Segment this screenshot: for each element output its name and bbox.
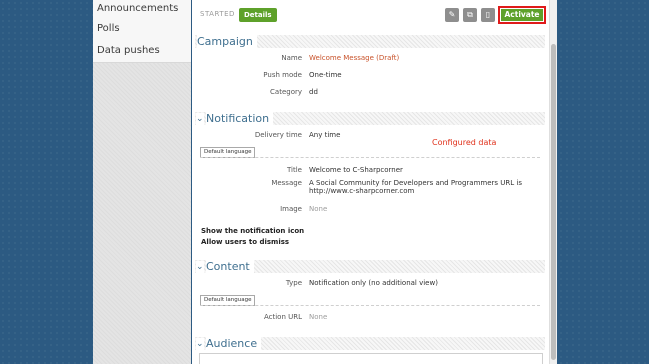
sidebar: Announcements Polls Data pushes <box>93 0 191 364</box>
category-value: dd <box>309 88 318 96</box>
divider <box>200 305 540 306</box>
section-title-content: Content <box>206 259 254 274</box>
sidebar-item-announcements[interactable]: Announcements <box>93 0 191 18</box>
content-section-header: ⌄ Content <box>195 259 545 274</box>
image-label: Image <box>280 205 302 213</box>
divider <box>200 157 540 158</box>
section-title-campaign: Campaign <box>197 34 257 49</box>
push-mode-value: One-time <box>309 71 342 79</box>
notification-title-value: Welcome to C-Sharpcorner <box>309 166 403 174</box>
toolbar: STARTED Details ✎ ⧉ ▯ Activate <box>192 0 549 30</box>
sidebar-item-polls[interactable]: Polls <box>93 18 191 40</box>
delivery-time-label: Delivery time <box>254 131 302 139</box>
image-value: None <box>309 205 328 213</box>
message-value-line1: A Social Community for Developers and Pr… <box>309 179 522 187</box>
content-type-value: Notification only (no additional view) <box>309 279 438 287</box>
name-label: Name <box>281 54 302 62</box>
action-url-label: Action URL <box>263 313 302 321</box>
chevron-down-icon[interactable]: ⌄ <box>196 113 204 126</box>
details-button[interactable]: Details <box>239 8 277 22</box>
sidebar-menu: Announcements Polls Data pushes <box>93 0 191 63</box>
type-label: Type <box>285 279 302 287</box>
section-title-audience: Audience <box>206 336 262 351</box>
message-value-line2: http://www.c-sharpcorner.com <box>309 187 415 195</box>
delete-icon[interactable]: ▯ <box>481 8 495 22</box>
notification-section-header: ⌄ Notification <box>195 111 545 126</box>
delivery-time-value: Any time <box>309 131 341 139</box>
edit-icon[interactable]: ✎ <box>445 8 459 22</box>
push-mode-label: Push mode <box>263 71 302 79</box>
campaign-section-header: Campaign <box>195 34 545 49</box>
chevron-down-icon[interactable]: ⌄ <box>196 261 204 274</box>
title-label: Title <box>286 166 302 174</box>
message-label: Message <box>271 179 302 187</box>
category-label: Category <box>270 88 302 96</box>
audience-section-header: ⌄ Audience <box>195 336 545 351</box>
audience-panel <box>199 353 543 364</box>
allow-dismiss-setting: Allow users to dismiss <box>201 238 290 246</box>
scrollbar[interactable] <box>549 0 557 364</box>
activate-button[interactable]: Activate <box>501 9 543 21</box>
scrollbar-thumb[interactable] <box>551 44 556 360</box>
show-notification-icon-setting: Show the notification icon <box>201 227 305 235</box>
copy-icon[interactable]: ⧉ <box>463 8 477 22</box>
activate-highlight: Activate <box>498 6 546 24</box>
section-title-notification: Notification <box>206 111 274 126</box>
configured-data-annotation: Configured data <box>432 138 497 147</box>
status-label: STARTED <box>200 10 235 18</box>
chevron-down-icon[interactable]: ⌄ <box>196 338 204 351</box>
campaign-name-value: Welcome Message (Draft) <box>309 54 400 62</box>
campaign-detail-panel: STARTED Details ✎ ⧉ ▯ Activate Campaign … <box>192 0 549 364</box>
sidebar-item-data-pushes[interactable]: Data pushes <box>93 40 191 62</box>
action-url-value: None <box>309 313 328 321</box>
